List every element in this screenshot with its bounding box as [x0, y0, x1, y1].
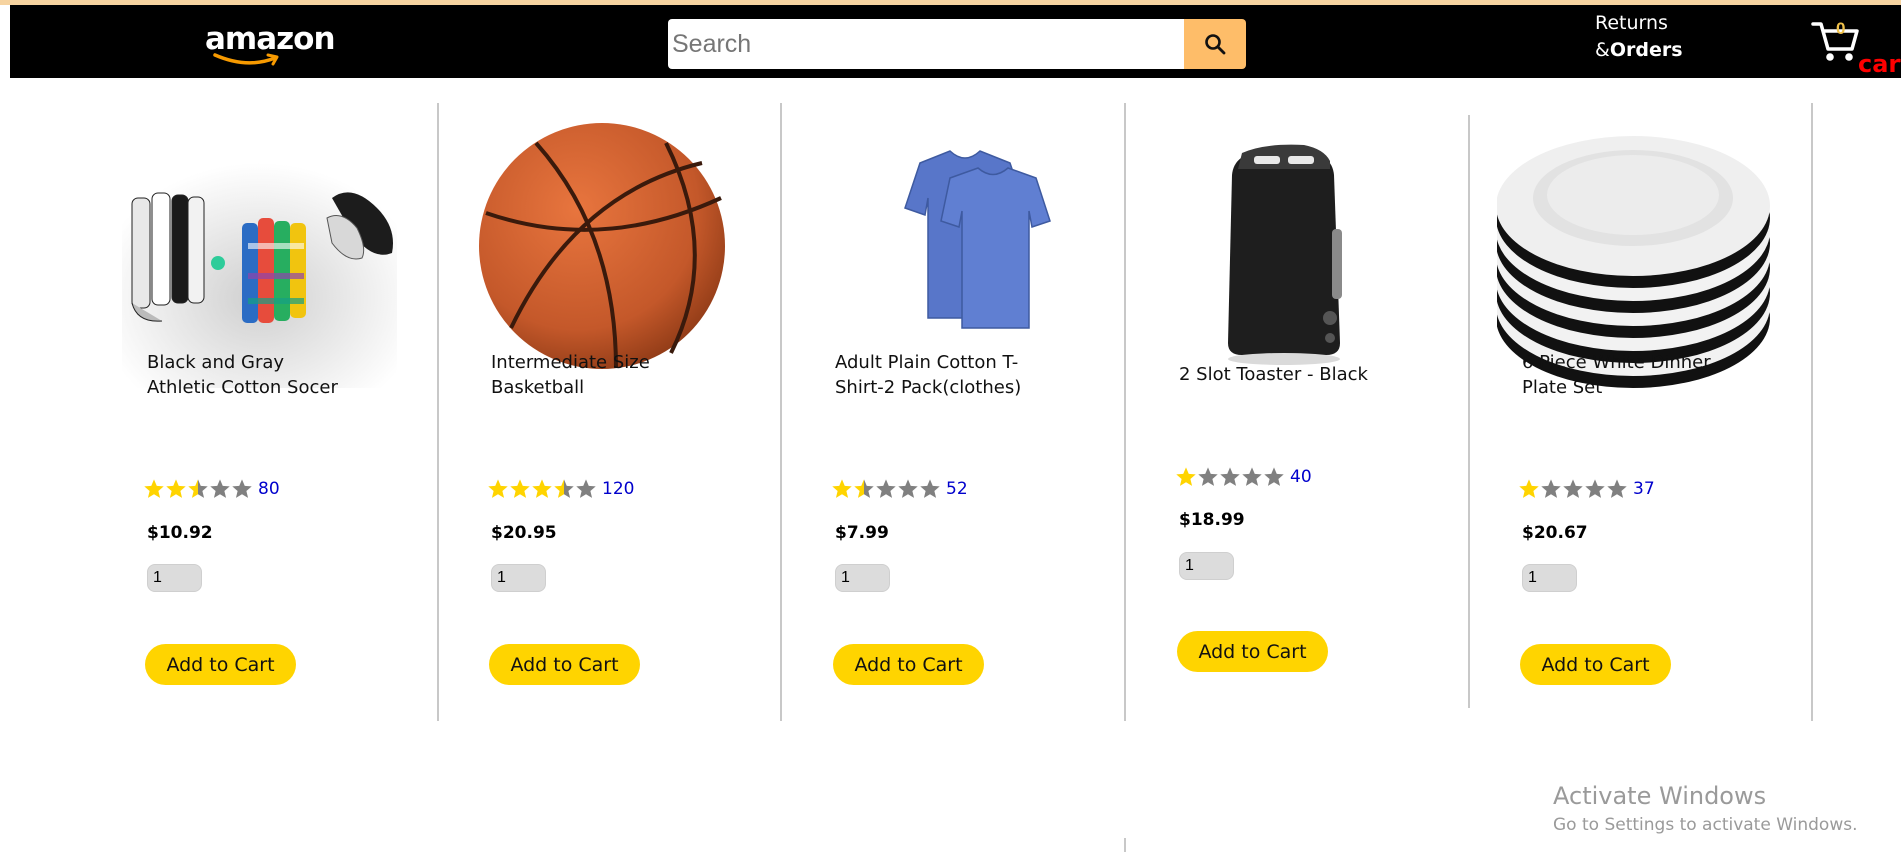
star-icon [1220, 467, 1240, 486]
search-icon [1205, 34, 1226, 55]
star-rating [143, 478, 253, 500]
product-name: 6 Piece White Dinner Plate Set [1522, 350, 1812, 400]
product-price: $18.99 [1179, 510, 1245, 530]
rating-count[interactable]: 120 [602, 479, 634, 499]
star-icon [576, 479, 596, 498]
star-icon [210, 479, 230, 498]
quantity-select[interactable]: 1 [491, 564, 546, 592]
orders-label: Orders [1609, 39, 1683, 61]
star-rating [487, 478, 597, 500]
cart-label: cart [1858, 50, 1901, 78]
product-price: $20.67 [1522, 523, 1588, 543]
logo-smile-icon [213, 53, 279, 66]
rating-count[interactable]: 37 [1633, 479, 1655, 499]
product-name-line1: Adult Plain Cotton T- [835, 352, 1019, 373]
product-price: $10.92 [147, 523, 213, 543]
rating: 120 [487, 475, 634, 503]
rating-count[interactable]: 80 [258, 479, 280, 499]
column-divider [1124, 838, 1126, 852]
watermark-title: Activate Windows [1553, 782, 1767, 810]
star-icon [488, 479, 508, 498]
quantity-select[interactable]: 1 [147, 564, 202, 592]
star-icon [166, 479, 186, 498]
product-card: Adult Plain Cotton T- Shirt-2 Pack(cloth… [810, 103, 1150, 743]
product-name: Black and Gray Athletic Cotton Socer [147, 350, 437, 400]
product-name: 2 Slot Toaster - Black [1179, 362, 1469, 387]
product-name-line1: 6 Piece White Dinner [1522, 352, 1711, 373]
star-icon [1585, 479, 1605, 498]
activate-windows-watermark: Activate Windows Go to Settings to activ… [1553, 781, 1858, 839]
product-price: $7.99 [835, 523, 889, 543]
star-icon [532, 479, 552, 498]
cart-icon [1811, 22, 1859, 61]
amazon-logo[interactable]: amazon [205, 21, 336, 71]
add-to-cart-button[interactable]: Add to Cart [1520, 644, 1671, 685]
star-icon [854, 479, 874, 498]
star-rating [831, 478, 941, 500]
quantity-select[interactable]: 1 [835, 564, 890, 592]
product-card: 6 Piece White Dinner Plate Set 37 $20.67… [1497, 103, 1837, 743]
quantity-select[interactable]: 1 [1522, 564, 1577, 592]
cart-count: 0 [1836, 19, 1846, 38]
logo-text: amazon [205, 21, 336, 57]
rating-count[interactable]: 40 [1290, 467, 1312, 487]
star-rating [1175, 466, 1285, 488]
star-icon [1519, 479, 1539, 498]
product-name: Adult Plain Cotton T- Shirt-2 Pack(cloth… [835, 350, 1125, 400]
header-bar: amazon Returns &Orders 0 cart [10, 5, 1901, 78]
star-icon [832, 479, 852, 498]
product-name-line1: 2 Slot Toaster - Black [1179, 364, 1368, 385]
star-icon [1264, 467, 1284, 486]
rating: 37 [1518, 475, 1655, 503]
star-icon [1607, 479, 1627, 498]
product-name-line2: Plate Set [1522, 377, 1603, 398]
rating-count[interactable]: 52 [946, 479, 968, 499]
star-icon [188, 479, 208, 498]
search-button[interactable] [1184, 19, 1246, 69]
product-price: $20.95 [491, 523, 557, 543]
product-name-line1: Intermediate Size [491, 352, 650, 373]
star-icon [1198, 467, 1218, 486]
star-icon [510, 479, 530, 498]
star-icon [898, 479, 918, 498]
quantity-select[interactable]: 1 [1179, 552, 1234, 580]
star-icon [1242, 467, 1262, 486]
cart-link[interactable]: 0 cart [1810, 15, 1901, 81]
star-icon [1563, 479, 1583, 498]
search-input[interactable] [668, 19, 1184, 69]
watermark-subtitle: Go to Settings to activate Windows. [1553, 815, 1858, 835]
rating: 80 [143, 475, 280, 503]
star-icon [144, 479, 164, 498]
star-icon [876, 479, 896, 498]
star-rating [1518, 478, 1628, 500]
rating: 52 [831, 475, 968, 503]
star-icon [1541, 479, 1561, 498]
add-to-cart-button[interactable]: Add to Cart [1177, 631, 1328, 672]
product-card: Intermediate Size Basketball 120 $20.95 … [466, 103, 806, 743]
product-name-line2: Basketball [491, 377, 585, 398]
product-card: 2 Slot Toaster - Black 40 $18.99 1 Add t… [1154, 103, 1494, 743]
star-icon [1176, 467, 1196, 486]
product-name: Intermediate Size Basketball [491, 350, 781, 400]
orders-ampersand: & [1595, 39, 1610, 61]
rating: 40 [1175, 463, 1312, 491]
add-to-cart-button[interactable]: Add to Cart [145, 644, 296, 685]
star-icon [554, 479, 574, 498]
returns-label: Returns [1595, 12, 1668, 34]
star-icon [232, 479, 252, 498]
orders-label-line: &Orders [1595, 37, 1683, 64]
product-name-line2: Shirt-2 Pack(clothes) [835, 377, 1022, 398]
add-to-cart-button[interactable]: Add to Cart [489, 644, 640, 685]
product-card: Black and Gray Athletic Cotton Socer 80 … [122, 103, 462, 743]
add-to-cart-button[interactable]: Add to Cart [833, 644, 984, 685]
returns-orders-link[interactable]: Returns &Orders [1595, 10, 1683, 64]
product-name-line2: Athletic Cotton Socer [147, 377, 338, 398]
product-name-line1: Black and Gray [147, 352, 285, 373]
star-icon [920, 479, 940, 498]
